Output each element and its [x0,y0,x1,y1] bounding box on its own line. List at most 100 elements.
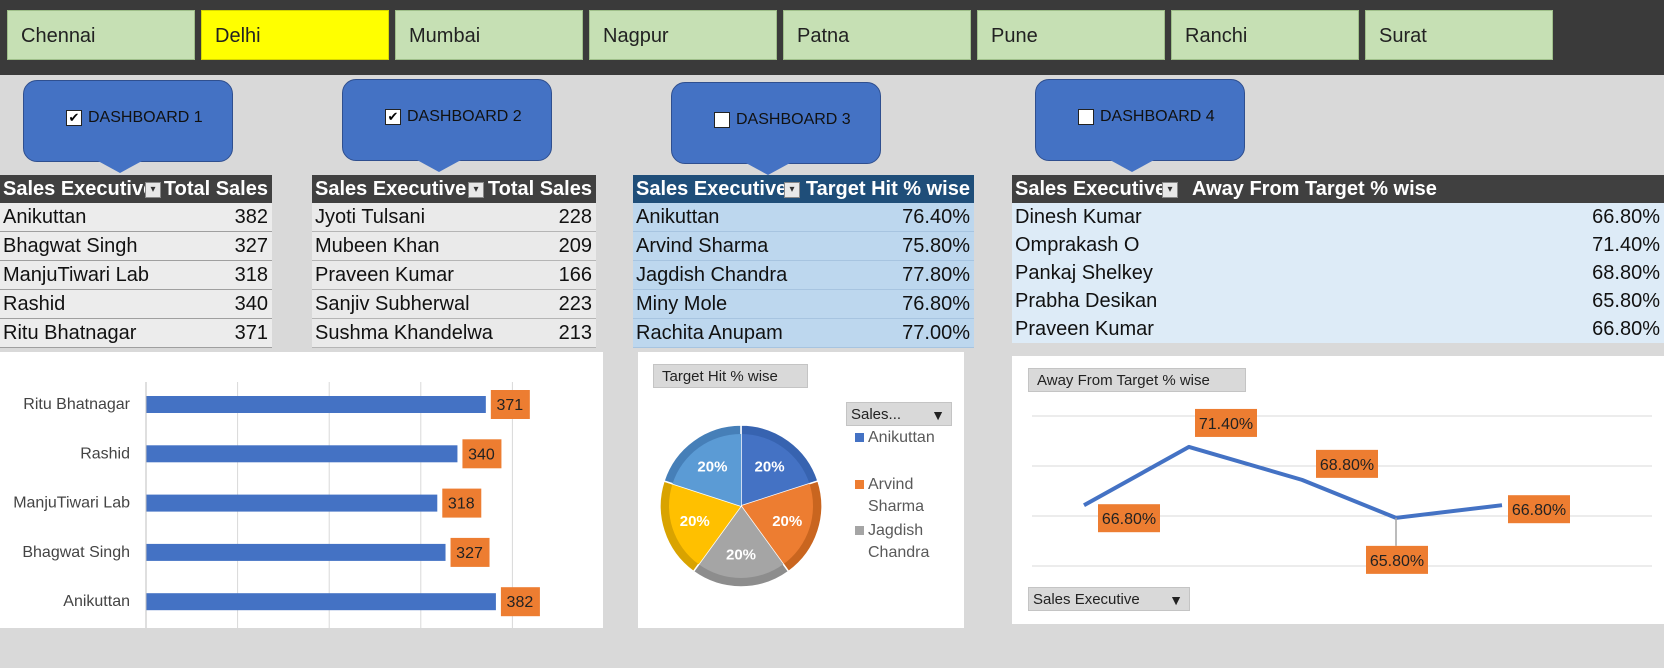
column-header-value[interactable]: Away From Target % wise [1192,178,1437,201]
bar-value-label: 340 [468,446,495,463]
legend-swatch [855,433,864,442]
column-filter-icon[interactable]: ▾ [145,182,161,198]
row-name: Ritu Bhatnagar [3,321,137,344]
table-row[interactable]: Praveen Kumar 166 [312,261,596,290]
column-filter-icon[interactable]: ▾ [468,182,484,198]
table-row[interactable]: Miny Mole 76.80% [633,290,974,319]
table-row[interactable]: Omprakash O 71.40% [1012,231,1664,259]
city-button-patna[interactable]: Patna [783,10,971,60]
row-name: Rachita Anupam [636,321,783,344]
row-value: 76.40% [902,205,970,228]
line-chart: 66.80% 71.40% 68.80% 65.80% 66.80% [1032,408,1652,574]
dashboard-checkbox-label-3[interactable]: DASHBOARD 3 [714,111,851,129]
legend-entry[interactable]: Arvind Sharma [868,476,924,515]
checkbox-checked-icon[interactable]: ✔ [66,110,82,126]
column-header-value[interactable]: Target Hit % wise [806,178,970,201]
dashboard-checkbox-label-4[interactable]: DASHBOARD 4 [1078,108,1215,126]
column-header-sales-executive[interactable]: Sales Executive [636,178,787,201]
bar[interactable] [146,494,438,512]
table-row[interactable]: Anikuttan 382 [0,203,272,232]
line-filter-label: Sales Executive [1033,591,1140,608]
row-value: 66.80% [1592,205,1660,228]
bar[interactable] [146,593,496,611]
city-button-pune[interactable]: Pune [977,10,1165,60]
dashboard-checkbox-label-1[interactable]: ✔ DASHBOARD 1 [66,109,203,127]
pie-chart-panel: Target Hit % wise Sales... ▼ 20% 20% 20% 20… [638,352,964,628]
city-slicer: Chennai Delhi Mumbai Nagpur Patna Pune Ranchi S… [0,0,1664,75]
bar[interactable] [146,445,458,463]
city-button-nagpur[interactable]: Nagpur [589,10,777,60]
column-filter-icon[interactable]: ▾ [784,182,800,198]
column-header-sales-executive[interactable]: Sales Executive [3,178,154,201]
table-row[interactable]: Ritu Bhatnagar 371 [0,319,272,348]
table-row[interactable]: Prabha Desikan 65.80% [1012,287,1664,315]
table-row[interactable]: Mubeen Khan 209 [312,232,596,261]
table-row[interactable]: Sushma Khandelwa 213 [312,319,596,348]
table-row[interactable]: Dinesh Kumar 66.80% [1012,203,1664,231]
pie-slice-label: 20% [726,547,756,564]
pie-chart-title-chip[interactable]: Target Hit % wise [653,364,808,388]
pie-legend-filter-chip[interactable]: Sales... ▼ [846,402,952,426]
column-header-value[interactable]: Total Sales [488,178,592,201]
line-sales-executive-filter-chip[interactable]: Sales Executive ▼ [1028,587,1190,611]
dashboard-label: DASHBOARD 3 [736,111,851,128]
table-row[interactable]: Jyoti Tulsani 228 [312,203,596,232]
column-header-sales-executive[interactable]: Sales Executive [315,178,466,201]
table-row[interactable]: Rachita Anupam 77.00% [633,319,974,348]
bar-chart-panel: Ritu Bhatnagar 371 Rashid 340 ManjuTiwari La… [0,352,603,628]
table-row[interactable]: Pankaj Shelkey 68.80% [1012,259,1664,287]
legend-entry-word: Arvind [868,476,913,493]
row-value: 213 [558,321,592,344]
city-button-ranchi[interactable]: Ranchi [1171,10,1359,60]
row-value: 340 [234,292,268,315]
callout-tail [746,163,790,175]
checkbox-unchecked-icon[interactable] [714,112,730,128]
callout-tail [98,161,142,173]
table-row[interactable]: Sanjiv Subherwal 223 [312,290,596,319]
row-value: 71.40% [1592,233,1660,256]
line-value-label: 68.80% [1320,457,1374,474]
table-row[interactable]: ManjuTiwari Lab 318 [0,261,272,290]
row-name: ManjuTiwari Lab [3,263,149,286]
dashboard-callout-4: DASHBOARD 4 [1035,79,1245,172]
dashboard-checkbox-label-2[interactable]: ✔ DASHBOARD 2 [385,108,522,126]
row-value: 318 [234,263,268,286]
table-row[interactable]: Anikuttan 76.40% [633,203,974,232]
legend-entry[interactable]: Jagdish Chandra [868,522,929,561]
dashboard-callout-2: ✔ DASHBOARD 2 [342,79,552,172]
city-button-chennai[interactable]: Chennai [7,10,195,60]
row-value: 209 [558,234,592,257]
row-name: Prabha Desikan [1015,289,1158,312]
table-row[interactable]: Arvind Sharma 75.80% [633,232,974,261]
row-value: 77.80% [902,263,970,286]
legend-entry[interactable]: Anikuttan [868,429,935,446]
line-chart-title-chip[interactable]: Away From Target % wise [1028,368,1246,392]
table-row[interactable]: Rashid 340 [0,290,272,319]
checkbox-unchecked-icon[interactable] [1078,109,1094,125]
bar-category-label: Anikuttan [63,593,130,610]
bar-category-label: Rashid [80,445,130,462]
table-row[interactable]: Jagdish Chandra 77.80% [633,261,974,290]
city-button-delhi[interactable]: Delhi [201,10,389,60]
row-value: 76.80% [902,292,970,315]
column-header-sales-executive[interactable]: Sales Executive [1015,178,1166,201]
filter-icon: ▼ [931,407,945,423]
bar[interactable] [146,396,486,413]
column-header-value[interactable]: Total Sales [164,178,268,201]
bar-value-label: 318 [448,496,475,513]
line-value-label: 66.80% [1512,502,1566,519]
row-value: 65.80% [1592,289,1660,312]
table-row[interactable]: Praveen Kumar 66.80% [1012,315,1664,343]
bar[interactable] [146,543,446,561]
checkbox-checked-icon[interactable]: ✔ [385,109,401,125]
city-button-mumbai[interactable]: Mumbai [395,10,583,60]
city-button-surat[interactable]: Surat [1365,10,1553,60]
row-value: 382 [234,205,268,228]
table-row[interactable]: Bhagwat Singh 327 [0,232,272,261]
row-name: Jyoti Tulsani [315,205,426,228]
row-name: Pankaj Shelkey [1015,261,1153,284]
callout-tail [1110,160,1154,172]
row-value: 75.80% [902,234,970,257]
legend-swatch [855,526,864,535]
column-filter-icon[interactable]: ▾ [1162,182,1178,198]
